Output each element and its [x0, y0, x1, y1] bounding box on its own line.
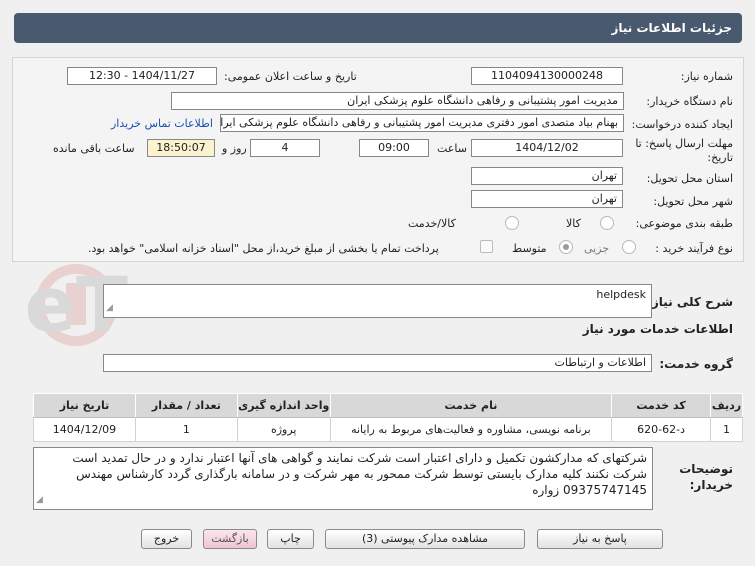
- category-goods-service-radio[interactable]: [505, 216, 519, 230]
- category-goods-radio[interactable]: [600, 216, 614, 230]
- purchase-type-label: نوع فرآیند خرید :: [655, 242, 733, 255]
- deadline-label: مهلت ارسال پاسخ: تا: [635, 137, 733, 150]
- need-details-page: جزئیات اطلاعات نیاز شماره نیاز: 11040941…: [0, 0, 755, 566]
- cell-unit: پروژه: [236, 417, 331, 442]
- requester-label: ایجاد کننده درخواست:: [631, 118, 733, 131]
- treasury-payment-note: پرداخت تمام یا بخشی از مبلغ خرید،از محل …: [88, 242, 439, 255]
- summary-label: شرح کلی نیاز:: [647, 295, 733, 309]
- service-group-field: اطلاعات و ارتباطات: [103, 354, 652, 372]
- buyer-org-label: نام دستگاه خریدار:: [646, 95, 733, 108]
- remaining-label: ساعت باقی مانده: [53, 142, 135, 155]
- table-row: 1 د-62-620 برنامه نویسی، مشاوره و فعالیت…: [33, 417, 743, 442]
- purchase-minor-radio[interactable]: [622, 240, 636, 254]
- need-number-label: شماره نیاز:: [680, 70, 733, 83]
- announce-field: 1404/11/27 - 12:30: [67, 67, 217, 85]
- remaining-time-field: 18:50:07: [147, 139, 215, 157]
- col-need-date: تاریخ نیاز: [33, 393, 136, 418]
- days-label: روز و: [222, 142, 247, 155]
- reply-button[interactable]: پاسخ به نیاز: [537, 529, 663, 549]
- purchase-minor-label: جزیی: [584, 242, 610, 255]
- back-button[interactable]: بازگشت: [203, 529, 257, 549]
- deadline-date-field: 1404/12/02: [471, 139, 623, 157]
- summary-field: helpdesk ◢: [103, 284, 652, 318]
- cell-need-date: 1404/12/09: [33, 417, 136, 442]
- resize-grip-icon[interactable]: ◢: [36, 492, 43, 508]
- cell-quantity: 1: [134, 417, 238, 442]
- cell-row-number: 1: [710, 417, 743, 442]
- buyer-notes-text: شرکتهای که مدارکشون تکمیل و دارای اعتبار…: [72, 451, 647, 497]
- notes-label-buyer: خریدار:: [689, 478, 733, 492]
- deadline-time-field: 09:00: [359, 139, 429, 157]
- city-field: تهران: [471, 190, 623, 208]
- services-section-title: اطلاعات خدمات مورد نیاز: [582, 322, 733, 336]
- category-goods-label: کالا: [566, 217, 581, 230]
- cell-service-code: د-62-620: [611, 417, 712, 442]
- city-label: شهر محل تحویل:: [653, 195, 733, 208]
- deadline-date-label: تاریخ:: [707, 151, 733, 164]
- treasury-payment-checkbox[interactable]: [480, 240, 493, 253]
- view-attachments-button[interactable]: مشاهده مدارک پیوستی (3): [325, 529, 525, 549]
- resize-grip-icon[interactable]: ◢: [106, 301, 113, 316]
- category-label: طبقه بندی موضوعی:: [635, 217, 733, 230]
- requester-field: بهنام بیاد متصدی امور دفتری مدیریت امور …: [220, 114, 624, 132]
- watermark-logo-icon: [66, 283, 86, 325]
- category-goods-service-label: کالا/خدمت: [408, 217, 456, 230]
- cell-service-name: برنامه نویسی، مشاوره و فعالیت‌های مربوط …: [329, 417, 613, 442]
- province-label: استان محل تحویل:: [646, 172, 733, 185]
- page-title: جزئیات اطلاعات نیاز: [611, 21, 732, 35]
- deadline-time-label: ساعت: [437, 142, 467, 155]
- buyer-notes-field: شرکتهای که مدارکشون تکمیل و دارای اعتبار…: [33, 447, 653, 510]
- col-service-code: کد خدمت: [611, 393, 712, 418]
- buyer-contact-link[interactable]: اطلاعات تماس خریدار: [111, 117, 213, 130]
- page-header: جزئیات اطلاعات نیاز: [14, 13, 742, 43]
- notes-label: توضیحات: [679, 462, 733, 476]
- services-table: ردیف کد خدمت نام خدمت واحد اندازه گیری ت…: [33, 393, 743, 442]
- exit-button[interactable]: خروج: [141, 529, 192, 549]
- col-row-number: ردیف: [710, 393, 743, 418]
- remaining-days-field: 4: [250, 139, 320, 157]
- print-button[interactable]: چاپ: [267, 529, 314, 549]
- need-number-field: 1104094130000248: [471, 67, 623, 85]
- purchase-medium-label: متوسط: [512, 242, 547, 255]
- announce-label: تاریخ و ساعت اعلان عمومی:: [224, 70, 357, 83]
- details-panel: [12, 57, 744, 262]
- table-header-row: ردیف کد خدمت نام خدمت واحد اندازه گیری ت…: [33, 393, 743, 418]
- purchase-medium-radio[interactable]: [559, 240, 573, 254]
- summary-text: helpdesk: [596, 288, 646, 301]
- province-field: تهران: [471, 167, 623, 185]
- col-service-name: نام خدمت: [329, 393, 613, 418]
- service-group-label: گروه خدمت:: [659, 357, 733, 371]
- col-quantity: تعداد / مقدار: [134, 393, 238, 418]
- buyer-org-field: مدیریت امور پشتیبانی و رفاهی دانشگاه علو…: [171, 92, 624, 110]
- col-unit: واحد اندازه گیری: [236, 393, 331, 418]
